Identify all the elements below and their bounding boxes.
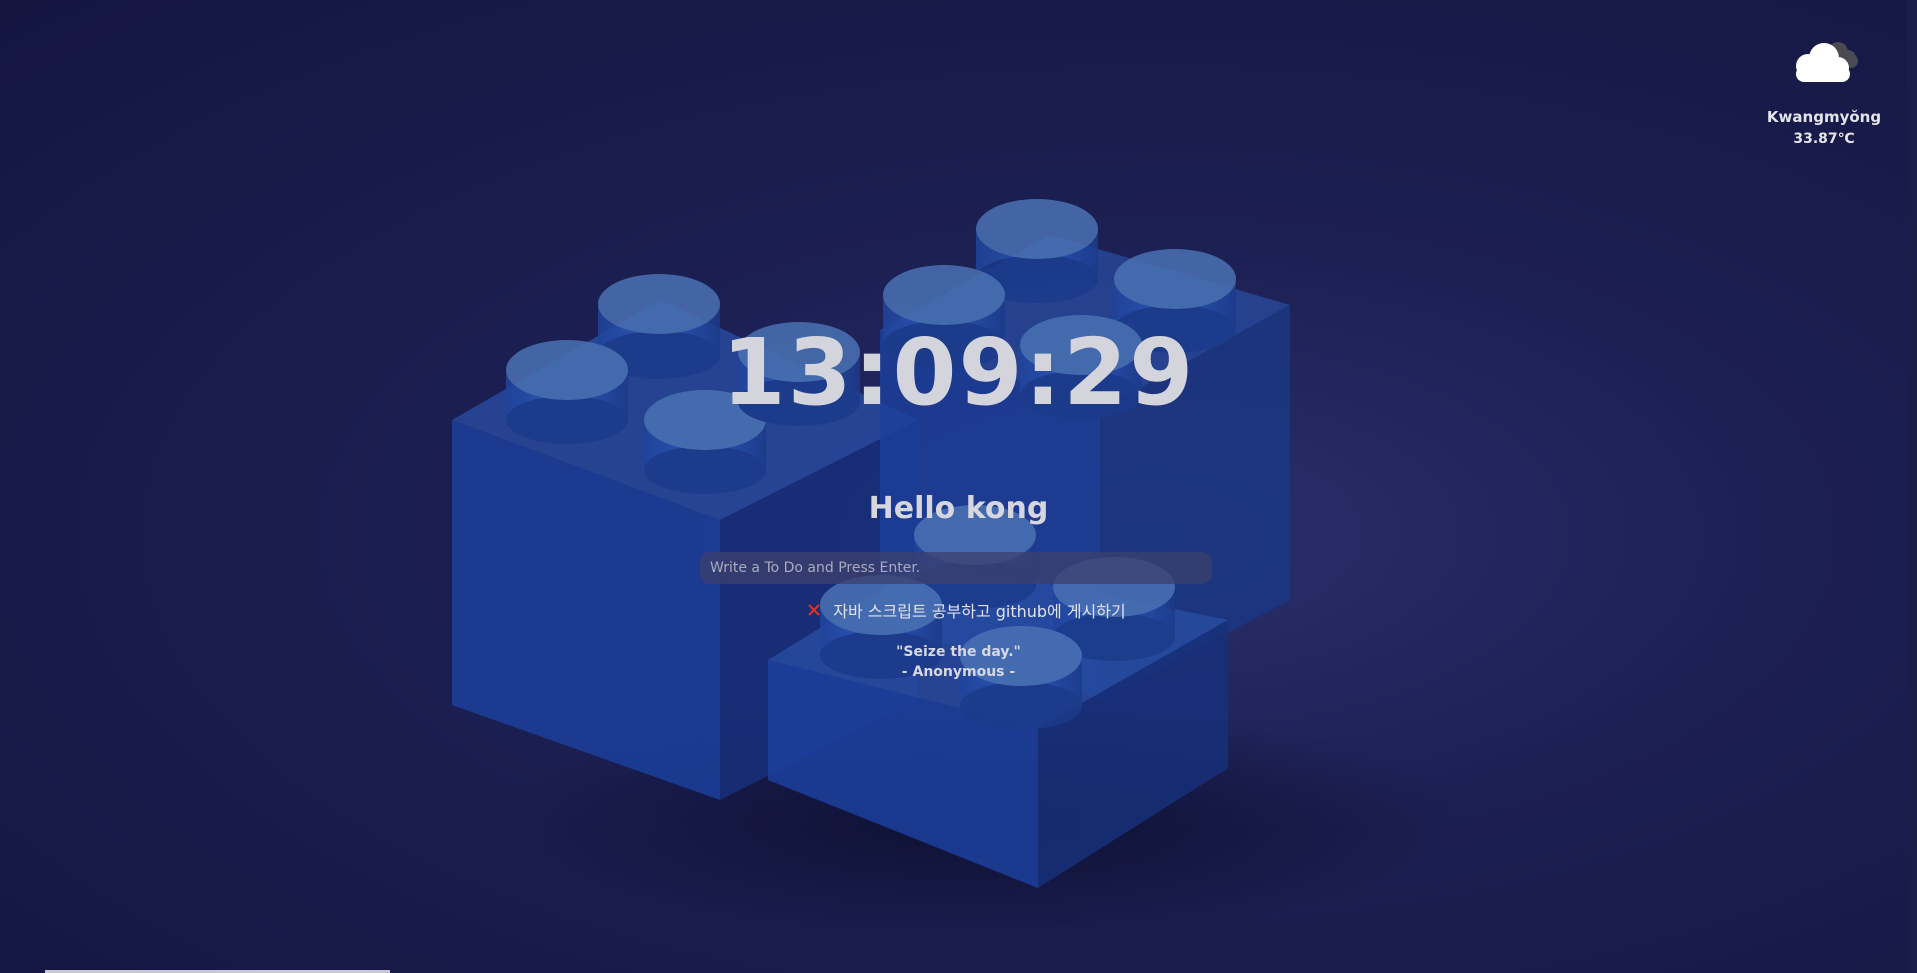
close-icon[interactable]: [805, 601, 823, 619]
weather-widget: Kwangmyŏng 33.87℃: [1759, 36, 1889, 150]
todo-input[interactable]: [700, 552, 1212, 584]
todo-list: 자바 스크립트 공부하고 github에 게시하기: [0, 598, 1917, 622]
todo-item-text: 자바 스크립트 공부하고 github에 게시하기: [833, 602, 1126, 621]
quote: "Seize the day." - Anonymous -: [0, 642, 1917, 682]
weather-temperature: 33.87℃: [1793, 131, 1855, 147]
quote-text: "Seize the day.": [896, 644, 1021, 660]
weather-city: Kwangmyŏng: [1766, 108, 1882, 126]
greeting: Hello kong: [868, 491, 1049, 526]
clock: 13:09:29: [721, 319, 1196, 426]
todo-item: 자바 스크립트 공부하고 github에 게시하기: [805, 598, 1126, 622]
quote-author: - Anonymous -: [901, 664, 1016, 680]
cloud-icon: [1796, 42, 1858, 82]
vertical-scrollbar[interactable]: [1907, 0, 1917, 973]
